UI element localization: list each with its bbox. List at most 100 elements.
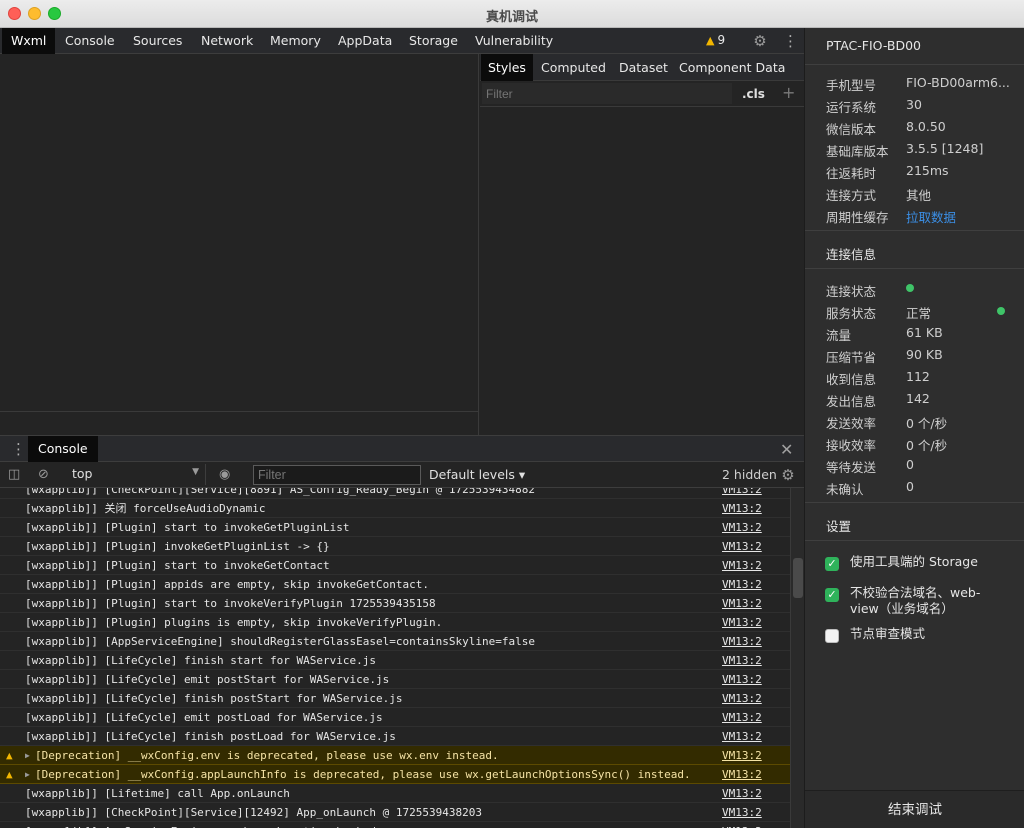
tab-component-data[interactable]: Component Data (672, 54, 792, 81)
scrollbar-thumb[interactable] (793, 558, 803, 598)
tab-console[interactable]: Console (56, 28, 124, 54)
log-row: [wxapplib]] [CheckPoint][Service][12492]… (0, 803, 790, 822)
tab-network[interactable]: Network (192, 28, 262, 54)
console-scrollbar[interactable] (790, 488, 804, 828)
wxml-breadcrumb-bar (0, 411, 479, 435)
tab-computed[interactable]: Computed (534, 54, 613, 81)
log-source-link[interactable]: VM13:2 (722, 746, 762, 765)
log-source-link[interactable]: VM13:2 (722, 518, 762, 537)
log-source-link[interactable]: VM13:2 (722, 632, 762, 651)
log-source-link[interactable]: VM13:2 (722, 575, 762, 594)
settings-gear-icon[interactable]: ⚙ (752, 33, 768, 49)
log-message: [wxapplib]] [LifeCycle] emit postStart f… (25, 673, 390, 686)
tab-dataset[interactable]: Dataset (612, 54, 675, 81)
setting-label[interactable]: 节点审查模式 (850, 626, 1020, 642)
info-value: 61 KB (906, 325, 943, 340)
log-row: [wxapplib]] [Plugin] appids are empty, s… (0, 575, 790, 594)
log-levels-dropdown[interactable]: Default levels ▾ (429, 467, 525, 482)
log-source-link[interactable]: VM13:2 (722, 556, 762, 575)
log-row: [wxapplib]] 关闭 forceUseAudioDynamic VM13:… (0, 499, 790, 518)
log-source-link[interactable]: VM13:2 (722, 594, 762, 613)
log-source-link[interactable]: VM13:2 (722, 708, 762, 727)
title-bar: 真机调试 (0, 0, 1024, 28)
log-row: [wxapplib]] AppServiceEngine wx.chooseLo… (0, 822, 790, 828)
info-label: 压缩节省 (826, 350, 877, 365)
log-source-link[interactable]: VM13:2 (722, 651, 762, 670)
tab-wxml[interactable]: Wxml (2, 28, 56, 54)
tab-sources[interactable]: Sources (124, 28, 191, 54)
log-source-link[interactable]: VM13:2 (722, 488, 762, 499)
setting-label[interactable]: 使用工具端的 Storage (850, 554, 1020, 570)
info-label: 手机型号 (826, 78, 877, 93)
tab-memory[interactable]: Memory (261, 28, 330, 54)
log-row: [wxapplib]] [Plugin] start to invokeGetC… (0, 556, 790, 575)
log-message: [wxapplib]] [LifeCycle] emit postLoad fo… (25, 711, 383, 724)
info-label: 收到信息 (826, 372, 877, 387)
setting-label[interactable]: 不校验合法域名、web-view（业务域名） (850, 585, 1000, 617)
more-options-icon[interactable]: ⋮ (783, 33, 798, 49)
log-source-link[interactable]: VM13:2 (722, 670, 762, 689)
drawer-menu-icon[interactable]: ⋮ (11, 441, 26, 457)
styles-filter-input[interactable] (482, 83, 732, 104)
console-toolbar: ◫ ⊘ top ▼ ◉ Default levels ▾ 2 hidden ⚙ (0, 462, 804, 488)
log-message: [wxapplib]] [LifeCycle] finish postLoad … (25, 730, 396, 743)
console-filter-input[interactable] (253, 465, 421, 485)
info-label: 未确认 (826, 482, 864, 497)
clear-console-icon[interactable]: ⊘ (38, 467, 49, 482)
warnings-indicator[interactable]: ▲ 9 (706, 33, 725, 47)
log-row: [wxapplib]] [LifeCycle] finish postStart… (0, 689, 790, 708)
new-style-rule-icon[interactable]: + (782, 83, 795, 102)
tab-vulnerability[interactable]: Vulnerability (466, 28, 562, 54)
info-value: 0 个/秒 (906, 416, 948, 431)
info-label: 服务状态 (826, 306, 877, 321)
tab-styles[interactable]: Styles (481, 54, 533, 81)
fetch-data-link[interactable]: 拉取数据 (906, 207, 956, 226)
info-label: 接收效率 (826, 438, 877, 453)
log-row: [wxapplib]] [Lifetime] call App.onLaunch… (0, 784, 790, 803)
context-selector[interactable]: top ▼ (64, 464, 206, 485)
expand-triangle-icon[interactable]: ▶ (25, 765, 30, 784)
log-source-link[interactable]: VM13:2 (722, 803, 762, 822)
cls-toggle-button[interactable]: .cls (742, 87, 765, 101)
log-row: [wxapplib]] [Plugin] start to invokeGetP… (0, 518, 790, 537)
info-label: 微信版本 (826, 122, 877, 137)
log-source-link[interactable]: VM13:2 (722, 727, 762, 746)
settings-section-title: 设置 (826, 519, 852, 534)
live-expression-eye-icon[interactable]: ◉ (219, 467, 230, 482)
log-source-link[interactable]: VM13:2 (722, 689, 762, 708)
log-source-link[interactable]: VM13:2 (722, 765, 762, 784)
log-message: [wxapplib]] [Plugin] start to invokeVeri… (25, 597, 436, 610)
log-source-link[interactable]: VM13:2 (722, 537, 762, 556)
info-value: 112 (906, 369, 930, 384)
setting-checkbox[interactable] (825, 629, 839, 643)
info-value: 142 (906, 391, 930, 406)
wxml-tree-pane (0, 54, 479, 435)
log-row: [wxapplib]] [Plugin] plugins is empty, s… (0, 613, 790, 632)
log-source-link[interactable]: VM13:2 (722, 613, 762, 632)
info-value: 215ms (906, 163, 949, 178)
end-debug-button[interactable]: 结束调试 (805, 790, 1024, 828)
log-source-link[interactable]: VM13:2 (722, 822, 762, 828)
log-message: [wxapplib]] AppServiceEngine wx.chooseLo… (25, 822, 376, 828)
info-value: 0 个/秒 (906, 438, 948, 453)
log-source-link[interactable]: VM13:2 (722, 784, 762, 803)
log-message: [wxapplib]] [CheckPoint][Service][12492]… (25, 806, 482, 819)
close-drawer-icon[interactable]: ✕ (780, 440, 793, 459)
setting-checkbox[interactable]: ✓ (825, 588, 839, 602)
info-label: 往返耗时 (826, 166, 877, 181)
console-settings-gear-icon[interactable]: ⚙ (780, 467, 796, 483)
log-source-link[interactable]: VM13:2 (722, 499, 762, 518)
show-sidebar-icon[interactable]: ◫ (8, 467, 20, 482)
divider (805, 230, 1024, 231)
log-message: [wxapplib]] [LifeCycle] finish start for… (25, 654, 376, 667)
info-label: 连接状态 (826, 284, 877, 299)
styles-tab-bar: Styles Computed Dataset Component Data (480, 54, 804, 81)
tab-storage[interactable]: Storage (400, 28, 467, 54)
console-log-list[interactable]: [wxapplib]] [CheckPoint][Service][8891] … (0, 488, 790, 828)
drawer-tab-console[interactable]: Console (28, 436, 98, 462)
setting-checkbox[interactable]: ✓ (825, 557, 839, 571)
warning-icon: ▲ (706, 34, 715, 47)
tab-appdata[interactable]: AppData (329, 28, 401, 54)
info-label: 连接方式 (826, 188, 877, 203)
expand-triangle-icon[interactable]: ▶ (25, 746, 30, 765)
